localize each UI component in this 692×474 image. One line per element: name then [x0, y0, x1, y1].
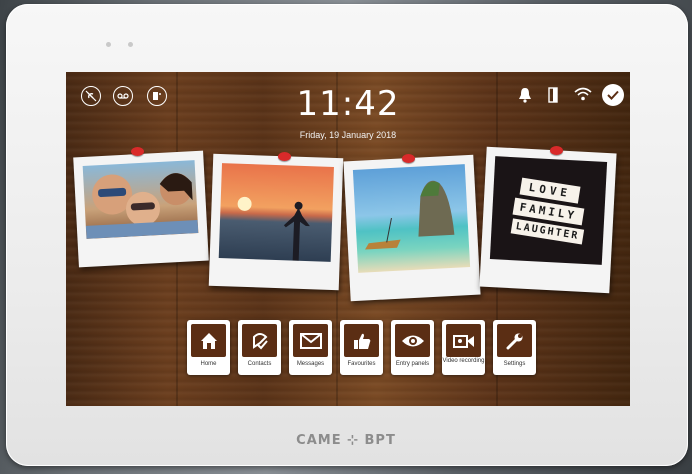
pin-icon — [278, 152, 291, 161]
brand-logo: CAME ⊹ BPT — [296, 433, 396, 448]
menu-settings-button[interactable]: Settings — [493, 320, 536, 375]
photo-tropical-beach[interactable] — [343, 154, 481, 302]
clock-date: Friday, 19 January 2018 — [299, 130, 397, 140]
envelope-icon — [293, 324, 328, 357]
thumbs-up-icon — [344, 324, 379, 357]
sensor-dot — [128, 42, 133, 47]
menu-label: Video recording — [442, 358, 485, 364]
pin-icon — [550, 146, 563, 155]
home-screen: 11:42 Friday, 19 January 2018 LOVE FAMIL… — [66, 72, 630, 406]
sensor-dot — [106, 42, 111, 47]
menu-messages-button[interactable]: Messages — [289, 320, 332, 375]
pin-icon — [131, 147, 144, 156]
menu-label: Entry panels — [395, 361, 430, 367]
wrench-icon — [497, 324, 532, 357]
photo-family-selfie[interactable] — [73, 150, 209, 268]
photo-lightbox-sign[interactable]: LOVE FAMILY LAUGHTER — [479, 146, 617, 294]
menu-favourites-button[interactable]: Favourites — [340, 320, 383, 375]
pin-icon — [402, 154, 415, 163]
menu-contacts-button[interactable]: Contacts — [238, 320, 281, 375]
clock-time: 11:42 — [296, 84, 400, 124]
video-camera-icon — [446, 324, 481, 357]
menu-label: Favourites — [347, 361, 376, 367]
eye-icon — [395, 324, 430, 357]
photo-sunset-sea[interactable] — [208, 153, 344, 291]
contacts-icon — [242, 324, 277, 357]
menu-label: Messages — [296, 361, 325, 367]
menu-label: Home — [200, 361, 217, 367]
menu-home-button[interactable]: Home — [187, 320, 230, 375]
menu-label: Contacts — [247, 361, 272, 367]
main-menu: Home Contacts Messages Favourites Entry … — [187, 320, 536, 375]
menu-label: Settings — [503, 361, 526, 367]
menu-video-recording-button[interactable]: Video recording — [442, 320, 485, 375]
menu-entry-panels-button[interactable]: Entry panels — [391, 320, 434, 375]
home-icon — [191, 324, 226, 357]
